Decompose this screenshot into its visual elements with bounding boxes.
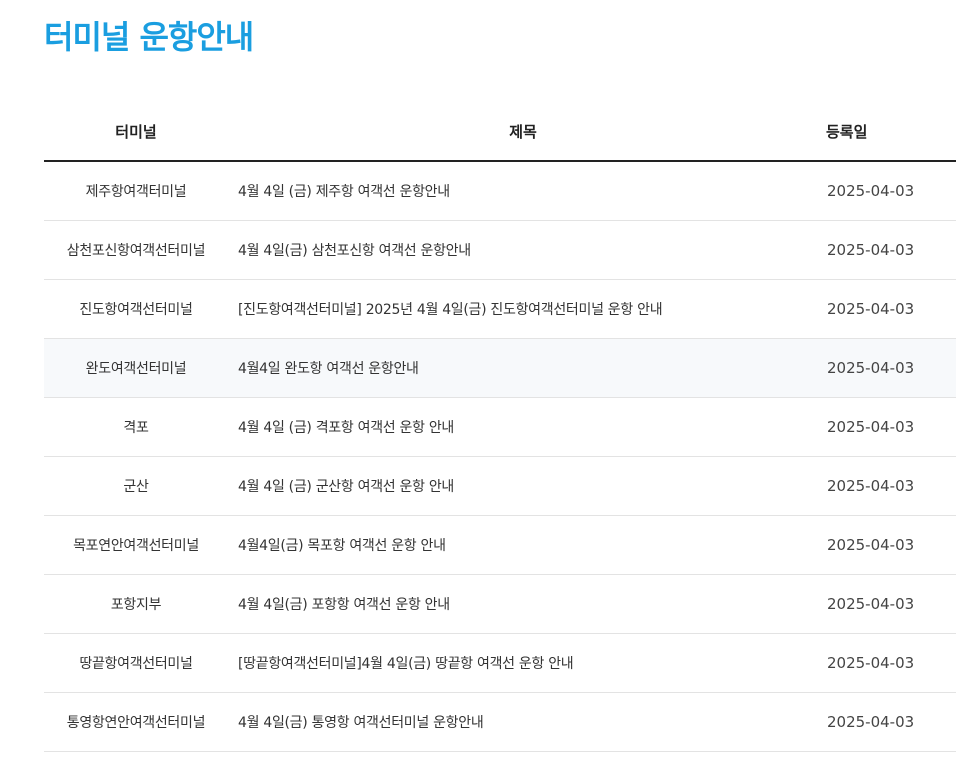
row-subject-link[interactable]: 4월4일(금) 목포항 여객선 운항 안내 [228, 515, 818, 575]
column-header-subject: 제목 [228, 102, 818, 162]
table-row: 목포연안여객선터미널 4월4일(금) 목포항 여객선 운항 안내 2025-04… [44, 515, 956, 575]
row-subject-link[interactable]: 4월4일 완도항 여객선 운항안내 [228, 338, 818, 398]
row-terminal: 격포 [44, 397, 228, 457]
row-terminal: 진도항여객선터미널 [44, 279, 228, 339]
row-subject-text[interactable]: 4월 4일 (금) 군산항 여객선 운항 안내 [238, 479, 454, 495]
row-subject-link[interactable]: 4월 4일 (금) 제주항 여객선 운항안내 [228, 161, 818, 221]
row-date: 2025-04-03 [818, 161, 956, 221]
table-row: 삼천포신항여객선터미널 4월 4일(금) 삼천포신항 여객선 운항안내 2025… [44, 220, 956, 280]
row-subject-link[interactable]: 4월 4일(금) 통영항 여객선터미널 운항안내 [228, 692, 818, 752]
table-row: 통영항연안여객선터미널 4월 4일(금) 통영항 여객선터미널 운항안내 202… [44, 692, 956, 752]
row-subject-text[interactable]: 4월 4일(금) 포항항 여객선 운항 안내 [238, 597, 450, 613]
row-subject-text[interactable]: 4월4일 완도항 여객선 운항안내 [238, 361, 419, 377]
row-subject-text[interactable]: [땅끝항여객선터미널]4월 4일(금) 땅끝항 여객선 운항 안내 [238, 656, 574, 672]
row-subject-text[interactable]: [진도항여객선터미널] 2025년 4월 4일(금) 진도항여객선터미널 운항 … [238, 302, 663, 318]
row-terminal: 군산 [44, 456, 228, 516]
column-header-date: 등록일 [818, 102, 956, 162]
row-terminal: 삼천포신항여객선터미널 [44, 220, 228, 280]
table-row-hovered: 완도여객선터미널 4월4일 완도항 여객선 운항안내 2025-04-03 [44, 338, 956, 398]
table-row: 진도항여객선터미널 [진도항여객선터미널] 2025년 4월 4일(금) 진도항… [44, 279, 956, 339]
row-date: 2025-04-03 [818, 397, 956, 457]
row-subject-text[interactable]: 4월 4일 (금) 격포항 여객선 운항 안내 [238, 420, 454, 436]
table-row: 땅끝항여객선터미널 [땅끝항여객선터미널]4월 4일(금) 땅끝항 여객선 운항… [44, 633, 956, 693]
table-row: 군산 4월 4일 (금) 군산항 여객선 운항 안내 2025-04-03 [44, 456, 956, 516]
table-header: 터미널 제목 등록일 [44, 102, 956, 162]
row-subject-text[interactable]: 4월 4일 (금) 제주항 여객선 운항안내 [238, 184, 450, 200]
row-subject-link[interactable]: [진도항여객선터미널] 2025년 4월 4일(금) 진도항여객선터미널 운항 … [228, 279, 818, 339]
table-row: 격포 4월 4일 (금) 격포항 여객선 운항 안내 2025-04-03 [44, 397, 956, 457]
row-subject-link[interactable]: 4월 4일(금) 포항항 여객선 운항 안내 [228, 574, 818, 634]
row-date: 2025-04-03 [818, 338, 956, 398]
page-title: 터미널 운항안내 [44, 18, 254, 56]
row-subject-text[interactable]: 4월4일(금) 목포항 여객선 운항 안내 [238, 538, 446, 554]
row-date: 2025-04-03 [818, 692, 956, 752]
table-row: 제주항여객터미널 4월 4일 (금) 제주항 여객선 운항안내 2025-04-… [44, 161, 956, 221]
row-date: 2025-04-03 [818, 220, 956, 280]
row-date: 2025-04-03 [818, 633, 956, 693]
table-header-row: 터미널 제목 등록일 [44, 102, 956, 162]
row-date: 2025-04-03 [818, 279, 956, 339]
row-date: 2025-04-03 [818, 515, 956, 575]
row-subject-link[interactable]: [땅끝항여객선터미널]4월 4일(금) 땅끝항 여객선 운항 안내 [228, 633, 818, 693]
row-subject-link[interactable]: 4월 4일(금) 삼천포신항 여객선 운항안내 [228, 220, 818, 280]
row-subject-text[interactable]: 4월 4일(금) 통영항 여객선터미널 운항안내 [238, 715, 484, 731]
row-terminal: 완도여객선터미널 [44, 338, 228, 398]
row-subject-link[interactable]: 4월 4일 (금) 군산항 여객선 운항 안내 [228, 456, 818, 516]
table-row: 포항지부 4월 4일(금) 포항항 여객선 운항 안내 2025-04-03 [44, 574, 956, 634]
row-terminal: 제주항여객터미널 [44, 161, 228, 221]
row-date: 2025-04-03 [818, 456, 956, 516]
row-date: 2025-04-03 [818, 574, 956, 634]
table-body: 제주항여객터미널 4월 4일 (금) 제주항 여객선 운항안내 2025-04-… [44, 161, 956, 752]
row-terminal: 통영항연안여객선터미널 [44, 692, 228, 752]
column-header-terminal: 터미널 [44, 102, 228, 162]
row-subject-text[interactable]: 4월 4일(금) 삼천포신항 여객선 운항안내 [238, 243, 471, 259]
row-terminal: 땅끝항여객선터미널 [44, 633, 228, 693]
row-terminal: 포항지부 [44, 574, 228, 634]
row-subject-link[interactable]: 4월 4일 (금) 격포항 여객선 운항 안내 [228, 397, 818, 457]
row-terminal: 목포연안여객선터미널 [44, 515, 228, 575]
notice-table: 터미널 제목 등록일 제주항여객터미널 4월 4일 (금) 제주항 여객선 운항… [44, 102, 956, 752]
